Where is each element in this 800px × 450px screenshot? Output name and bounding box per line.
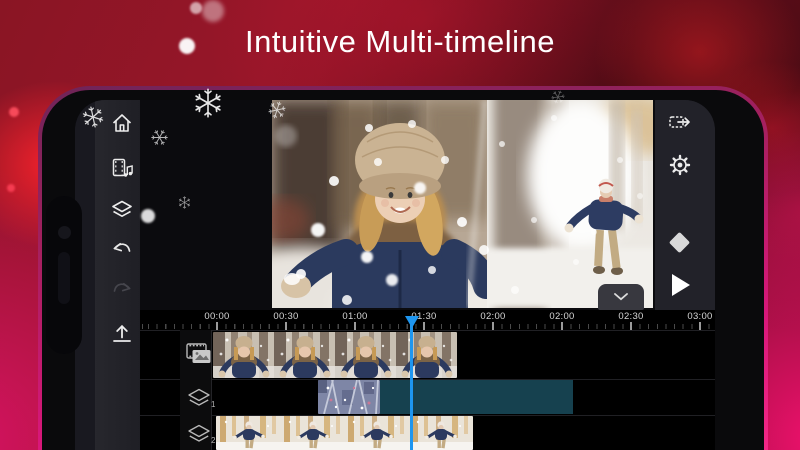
red-bokeh-dot <box>7 184 15 192</box>
ruler-major-tick <box>423 322 425 330</box>
timeline-ruler[interactable]: 00:00 00:30 01:00 01:30 02:00 02:00 02:30 03:00 <box>140 310 715 330</box>
ruler-major-tick <box>216 322 218 330</box>
track-number: 2 <box>211 436 216 445</box>
chevron-down-icon <box>614 293 628 301</box>
ruler-timestamp: 01:00 <box>342 311 368 322</box>
snow-dot <box>141 209 155 223</box>
ruler-major-tick <box>354 322 356 330</box>
collapse-preview-button[interactable] <box>598 284 644 310</box>
playhead[interactable] <box>410 316 413 450</box>
ruler-major-tick <box>285 322 287 330</box>
layers-icon[interactable] <box>110 198 134 222</box>
snowflake-icon <box>178 196 191 209</box>
settings-gear-icon[interactable] <box>668 153 692 177</box>
ruler-timestamp: 02:30 <box>618 311 644 322</box>
main-video-clip[interactable] <box>213 332 457 378</box>
snowflake-icon <box>80 104 106 130</box>
ruler-major-tick <box>561 322 563 330</box>
left-toolbar <box>75 100 140 450</box>
ruler-timestamp: 00:00 <box>204 311 230 322</box>
overlay-clip-thumbnail[interactable] <box>318 380 380 414</box>
ruler-major-tick <box>630 322 632 330</box>
selected-overlay-clip[interactable] <box>380 380 573 414</box>
media-music-icon[interactable] <box>110 156 134 180</box>
ruler-timestamp: 02:00 <box>549 311 575 322</box>
snow-dot <box>202 0 224 22</box>
red-bokeh-dot <box>9 107 19 117</box>
ruler-major-tick <box>699 322 701 330</box>
timeline-panel: 00:00 00:30 01:00 01:30 02:00 02:00 02:30 03:00… <box>140 310 715 450</box>
ruler-major-tick <box>492 322 494 330</box>
playhead-handle[interactable] <box>404 316 419 328</box>
left-toolbar-strip <box>95 100 140 450</box>
preview-video-frame[interactable] <box>272 100 653 308</box>
phone-camera <box>58 226 71 239</box>
overlay-video-clip[interactable] <box>216 416 473 450</box>
video-photo-track-icon[interactable] <box>186 343 212 365</box>
snowflake-icon <box>193 88 223 118</box>
ruler-minor-ticks <box>140 324 715 329</box>
produce-share-icon[interactable] <box>668 110 692 134</box>
home-icon[interactable] <box>110 111 134 135</box>
page-title: Intuitive Multi-timeline <box>244 24 556 59</box>
layer-track-icon[interactable] <box>186 424 212 444</box>
ruler-timestamp: 00:30 <box>273 311 299 322</box>
pip-layer-photo[interactable] <box>462 100 653 308</box>
phone-speaker <box>58 252 70 304</box>
app-screen: 00:00 00:30 01:00 01:30 02:00 02:00 02:30 03:00… <box>75 100 715 450</box>
preview-canvas[interactable] <box>140 100 655 310</box>
track-number: 1 <box>211 400 216 409</box>
export-up-icon[interactable] <box>110 321 134 345</box>
redo-icon[interactable] <box>110 278 134 302</box>
ruler-timestamp: 02:00 <box>480 311 506 322</box>
layer-track-icon[interactable] <box>186 388 212 408</box>
undo-icon[interactable] <box>110 238 134 262</box>
play-icon[interactable] <box>672 274 690 296</box>
snow-dot <box>190 2 202 14</box>
ruler-timestamp: 03:00 <box>687 311 713 322</box>
